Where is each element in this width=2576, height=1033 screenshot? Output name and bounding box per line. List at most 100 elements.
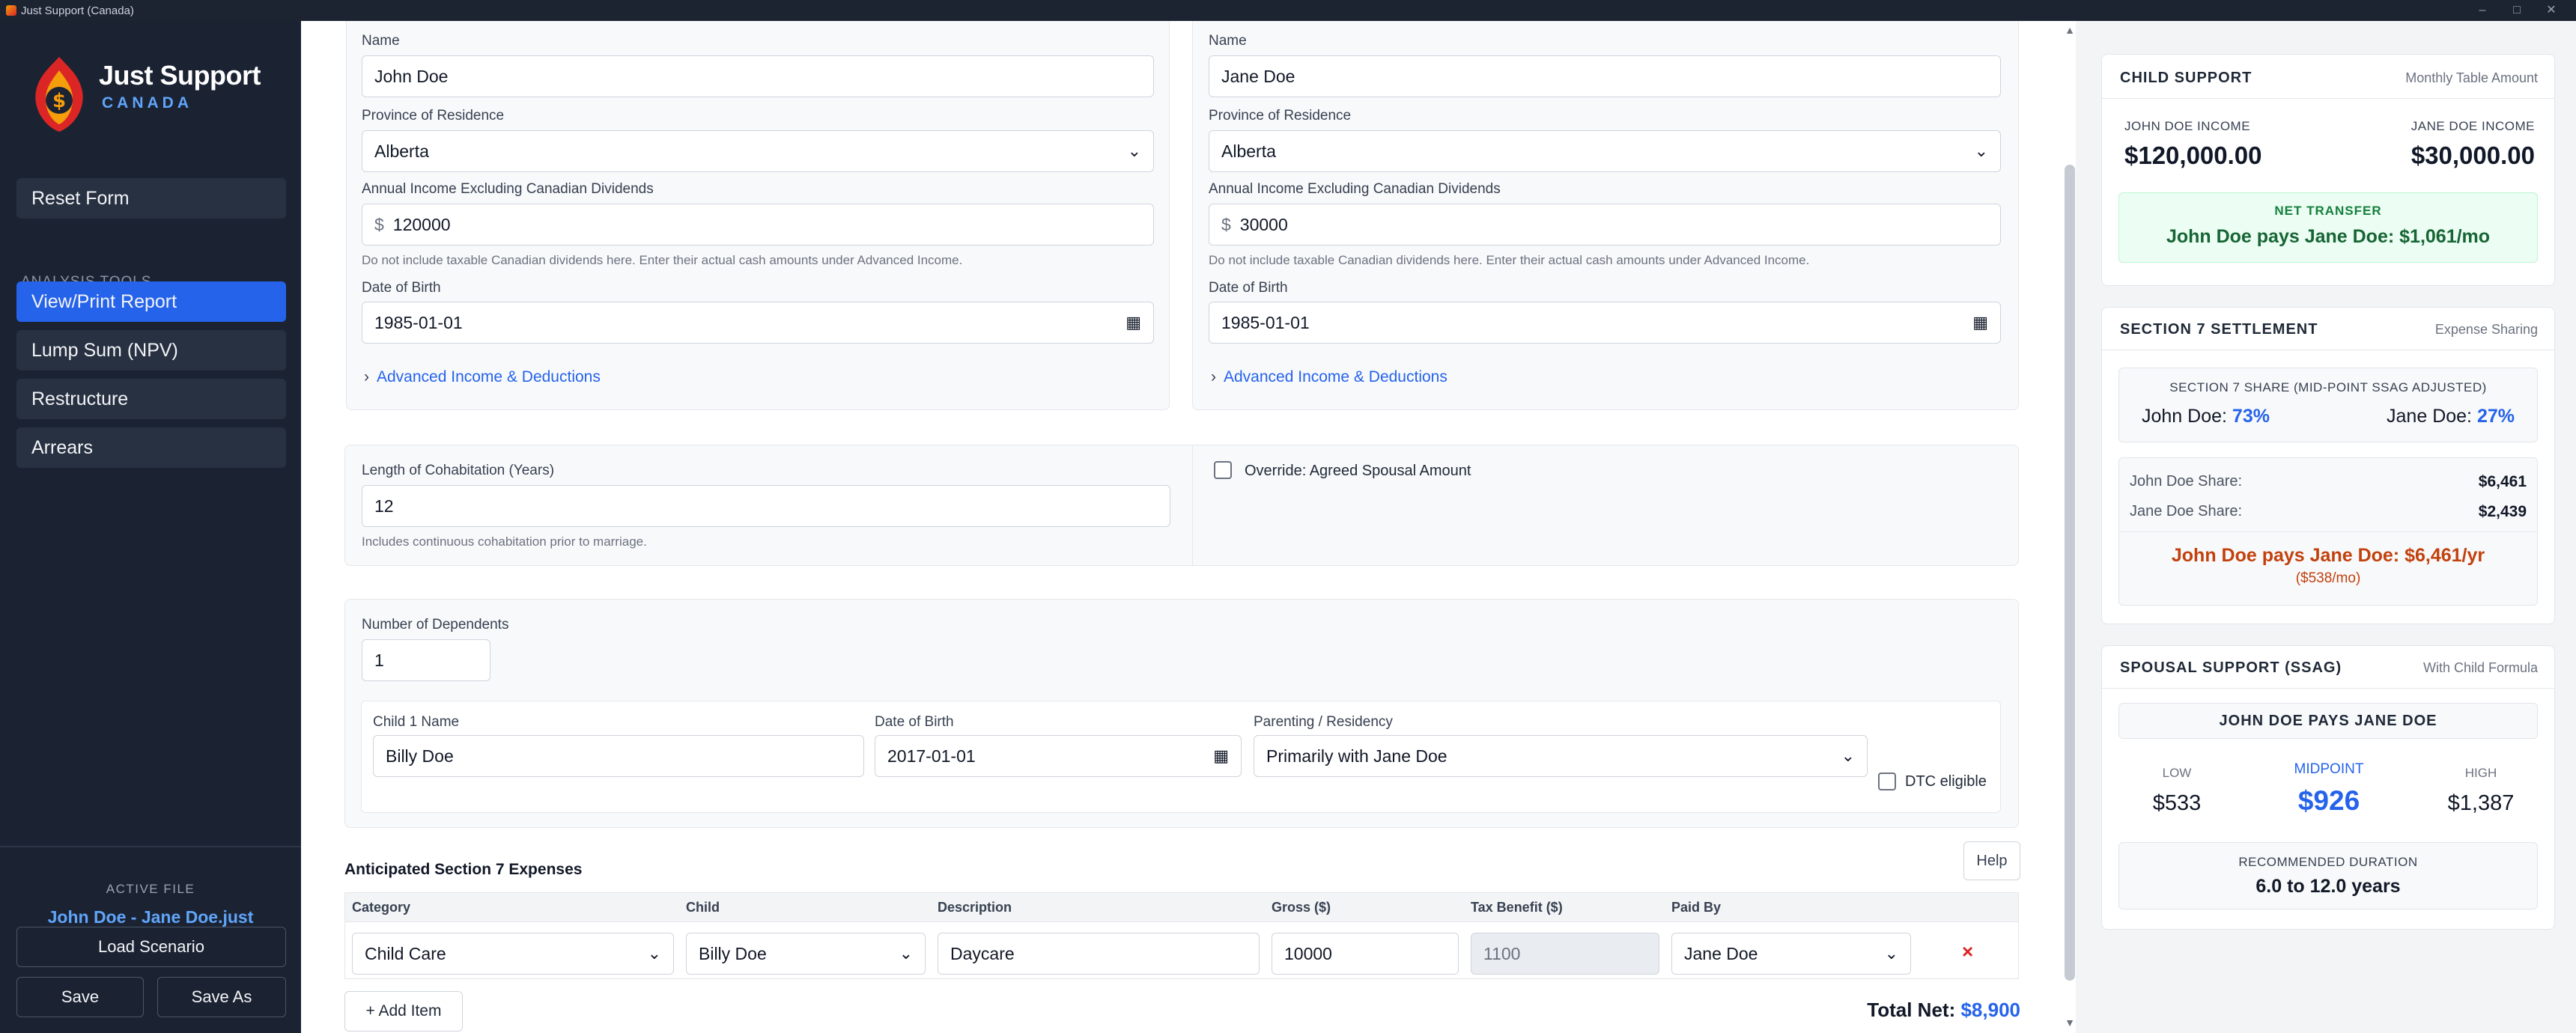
arrears-button[interactable]: Arrears <box>16 427 286 468</box>
expenses-title: Anticipated Section 7 Expenses <box>344 861 583 878</box>
section7-john-share: John Doe: 73% <box>2142 406 2270 427</box>
section7-jane-label: Jane Doe: <box>2387 406 2472 427</box>
svg-text:$: $ <box>52 90 66 112</box>
party1-name-label: Name <box>362 33 400 49</box>
party2-advanced-label: Advanced Income & Deductions <box>1224 368 1448 386</box>
party1-income-hint: Do not include taxable Canadian dividend… <box>362 253 963 267</box>
view-print-report-button[interactable]: View/Print Report <box>16 281 286 322</box>
spousal-tag: With Child Formula <box>2422 660 2538 675</box>
restructure-button[interactable]: Restructure <box>16 379 286 419</box>
spousal-support-card: SPOUSAL SUPPORT (SSAG) With Child Formul… <box>2101 645 2555 930</box>
card-divider <box>2102 98 2554 99</box>
section7-jane-share: Jane Doe: 27% <box>2387 406 2515 427</box>
party2-income-input[interactable]: $30000 <box>1209 204 2001 246</box>
expense-gross-input[interactable]: 10000 <box>1272 933 1459 975</box>
child-support-tag: Monthly Table Amount <box>2405 70 2538 85</box>
spousal-high-label: HIGH <box>2464 766 2497 780</box>
party1-income-input[interactable]: $120000 <box>362 204 1154 246</box>
calendar-icon[interactable]: ▦ <box>1126 302 1141 343</box>
child-name-input[interactable]: Billy Doe <box>373 735 864 777</box>
child-support-card: CHILD SUPPORT Monthly Table Amount JOHN … <box>2101 54 2555 286</box>
party2-dob-input[interactable]: 1985-01-01 ▦ <box>1209 302 2001 344</box>
scroll-down-icon[interactable]: ▼ <box>2064 1017 2076 1029</box>
chevron-down-icon: ⌄ <box>1884 944 1898 963</box>
net-transfer-value: John Doe pays Jane Doe: $1,061/mo <box>2166 226 2491 247</box>
parenting-select[interactable]: Primarily with Jane Doe ⌄ <box>1254 735 1868 777</box>
expense-paid-by-select[interactable]: Jane Doe ⌄ <box>1671 933 1911 975</box>
calendar-icon[interactable]: ▦ <box>1213 736 1229 776</box>
party1-advanced-toggle[interactable]: › Advanced Income & Deductions <box>364 368 601 386</box>
expense-child-select[interactable]: Billy Doe ⌄ <box>686 933 926 975</box>
cohabitation-label: Length of Cohabitation (Years) <box>362 463 555 478</box>
cohabitation-hint: Includes continuous cohabitation prior t… <box>362 534 647 549</box>
child-dob-value: 2017-01-01 <box>887 746 976 766</box>
party2-name-input[interactable]: Jane Doe <box>1209 55 2001 97</box>
expense-child-value: Billy Doe <box>699 944 767 963</box>
party1-dob-label: Date of Birth <box>362 280 441 296</box>
chevron-right-icon: › <box>364 368 369 386</box>
card-divider <box>2102 688 2554 689</box>
spousal-mid-value: $926 <box>2297 785 2360 816</box>
expense-description-input[interactable]: Daycare <box>938 933 1260 975</box>
spousal-low-label: LOW <box>2162 766 2192 780</box>
section7-share-label: SECTION 7 SHARE (MID-POINT SSAG ADJUSTED… <box>2169 380 2487 394</box>
dtc-label: DTC eligible <box>1905 773 1987 790</box>
section7-amounts-box: John Doe Share: $6,461 Jane Doe Share: $… <box>2118 457 2538 606</box>
save-as-button[interactable]: Save As <box>157 977 286 1017</box>
total-net-label: Total Net: <box>1867 999 1956 1021</box>
reset-form-button[interactable]: Reset Form <box>16 178 286 219</box>
section7-tag: Expense Sharing <box>2434 322 2538 337</box>
payee-income-value: $30,000.00 <box>2411 141 2535 169</box>
override-spousal-checkbox[interactable] <box>1214 461 1232 479</box>
spousal-high-value: $1,387 <box>2447 791 2515 815</box>
scroll-up-icon[interactable]: ▲ <box>2064 24 2076 36</box>
maximize-icon[interactable]: □ <box>2500 0 2534 21</box>
section7-jane-pct: 27% <box>2476 406 2515 427</box>
parenting-value: Primarily with Jane Doe <box>1266 746 1448 766</box>
spousal-low-value: $533 <box>2152 791 2202 815</box>
payee-income-label: JANE DOE INCOME <box>2411 119 2535 133</box>
party1-province-value: Alberta <box>374 141 429 161</box>
amounts-divider <box>2119 531 2537 532</box>
john-share-label: John Doe Share: <box>2130 473 2243 490</box>
override-spousal-label: Override: Agreed Spousal Amount <box>1245 463 1471 479</box>
party2-province-value: Alberta <box>1221 141 1276 161</box>
close-window-icon[interactable]: ✕ <box>2534 0 2569 21</box>
spousal-direction-box: JOHN DOE PAYS JANE DOE <box>2118 703 2538 739</box>
party1-name-input[interactable]: John Doe <box>362 55 1154 97</box>
save-button[interactable]: Save <box>16 977 144 1017</box>
scroll-thumb[interactable] <box>2065 165 2075 981</box>
minimize-icon[interactable]: – <box>2465 0 2500 21</box>
dtc-checkbox[interactable] <box>1878 773 1896 790</box>
close-icon[interactable]: × <box>1962 940 1973 963</box>
currency-symbol: $ <box>374 215 384 234</box>
brand-subtitle: CANADA <box>102 94 192 112</box>
section7-john-pct: 73% <box>2232 406 2270 427</box>
section7-card: SECTION 7 SETTLEMENT Expense Sharing SEC… <box>2101 307 2555 624</box>
duration-value: 6.0 to 12.0 years <box>2255 876 2401 897</box>
brand-title: Just Support <box>99 60 261 91</box>
expense-category-select[interactable]: Child Care ⌄ <box>352 933 674 975</box>
child-dob-input[interactable]: 2017-01-01 ▦ <box>875 735 1242 777</box>
party2-province-select[interactable]: Alberta ⌄ <box>1209 130 2001 172</box>
cohabitation-divider <box>1192 445 1193 566</box>
cohabitation-input[interactable]: 12 <box>362 485 1170 527</box>
party1-dob-input[interactable]: 1985-01-01 ▦ <box>362 302 1154 344</box>
currency-symbol: $ <box>1221 215 1231 234</box>
party2-advanced-toggle[interactable]: › Advanced Income & Deductions <box>1211 368 1448 386</box>
load-scenario-button[interactable]: Load Scenario <box>16 927 286 967</box>
party1-province-select[interactable]: Alberta ⌄ <box>362 130 1154 172</box>
logo-icon: $ <box>35 57 83 132</box>
dependents-input[interactable]: 1 <box>362 639 490 681</box>
sidebar-divider <box>0 846 301 847</box>
help-button[interactable]: Help <box>1963 841 2020 880</box>
net-transfer-box: NET TRANSFER John Doe pays Jane Doe: $1,… <box>2118 192 2538 263</box>
chevron-right-icon: › <box>1211 368 1216 386</box>
lump-sum-button[interactable]: Lump Sum (NPV) <box>16 330 286 371</box>
chevron-down-icon: ⌄ <box>647 944 661 963</box>
expenses-header-row <box>344 892 2019 922</box>
jane-share-label: Jane Doe Share: <box>2130 503 2243 519</box>
payer-income-label: JOHN DOE INCOME <box>2124 119 2251 133</box>
add-item-button[interactable]: + Add Item <box>344 991 463 1032</box>
calendar-icon[interactable]: ▦ <box>1972 302 1988 343</box>
